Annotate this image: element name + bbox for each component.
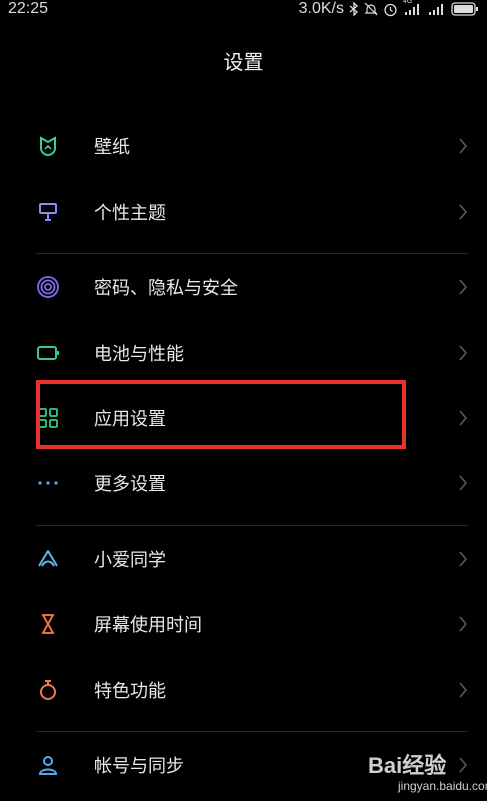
settings-item-label: 更多设置 xyxy=(94,474,166,495)
watermark-sub: jingyan.baidu.com xyxy=(398,779,487,793)
battery-outline-icon xyxy=(37,346,59,360)
chevron-right-icon xyxy=(459,616,468,632)
chevron-right-icon xyxy=(459,551,468,567)
settings-item-themes[interactable]: 个性主题 xyxy=(0,184,487,240)
battery-icon xyxy=(451,2,478,16)
status-bar: 22:25 3.0K/s 4G xyxy=(0,0,487,22)
settings-screen: 22:25 3.0K/s 4G 设置 壁纸 个性主题 密码、隐私与安全 电池与性… xyxy=(0,0,487,801)
settings-item-features[interactable]: 特色功能 xyxy=(0,662,487,718)
signal-4g-icon: 4G xyxy=(403,0,423,16)
status-icons: 3.0K/s 4G xyxy=(299,0,479,18)
settings-item-label: 帐号与同步 xyxy=(94,756,184,777)
settings-item-more[interactable]: 更多设置 xyxy=(0,455,487,511)
theme-brush-icon xyxy=(39,203,57,221)
settings-item-label: 电池与性能 xyxy=(94,344,184,365)
chevron-right-icon xyxy=(459,204,468,220)
baidu-jingyan-watermark: Bai经验 jingyan.baidu.com xyxy=(368,748,487,796)
settings-item-wallpaper[interactable]: 壁纸 xyxy=(0,118,487,174)
settings-item-label: 特色功能 xyxy=(94,681,166,702)
settings-item-xiaoai[interactable]: 小爱同学 xyxy=(0,531,487,587)
bluetooth-icon xyxy=(349,2,358,16)
section-divider xyxy=(36,525,468,526)
settings-item-label: 个性主题 xyxy=(94,203,166,224)
chevron-right-icon xyxy=(459,410,468,426)
chevron-right-icon xyxy=(459,138,468,154)
chevron-right-icon xyxy=(459,682,468,698)
settings-item-label: 密码、隐私与安全 xyxy=(94,278,238,299)
special-feature-icon xyxy=(40,680,56,700)
settings-item-label: 小爱同学 xyxy=(94,550,166,571)
page-title: 设置 xyxy=(223,50,264,74)
settings-item-label: 壁纸 xyxy=(94,137,130,158)
settings-item-screen-time[interactable]: 屏幕使用时间 xyxy=(0,596,487,652)
network-speed: 3.0K/s xyxy=(298,0,344,17)
settings-item-privacy[interactable]: 密码、隐私与安全 xyxy=(0,259,487,315)
section-divider xyxy=(36,731,468,732)
status-time: 22:25 xyxy=(8,0,49,17)
chevron-right-icon xyxy=(459,345,468,361)
mute-icon xyxy=(364,2,378,16)
watermark-main: Bai经验 xyxy=(368,753,447,778)
account-icon xyxy=(38,756,58,775)
settings-item-battery[interactable]: 电池与性能 xyxy=(0,325,487,381)
signal-icon xyxy=(429,4,443,15)
fingerprint-icon xyxy=(37,276,59,298)
alarm-icon xyxy=(384,3,397,16)
section-divider xyxy=(36,253,468,254)
annotation-highlight-box xyxy=(36,380,406,449)
hourglass-icon xyxy=(42,614,54,634)
wallpaper-icon xyxy=(40,136,56,156)
settings-item-label: 屏幕使用时间 xyxy=(94,615,202,636)
chevron-right-icon xyxy=(459,475,468,491)
more-dots-icon xyxy=(38,481,58,485)
xiaoai-icon xyxy=(38,550,58,567)
chevron-right-icon xyxy=(459,279,468,295)
